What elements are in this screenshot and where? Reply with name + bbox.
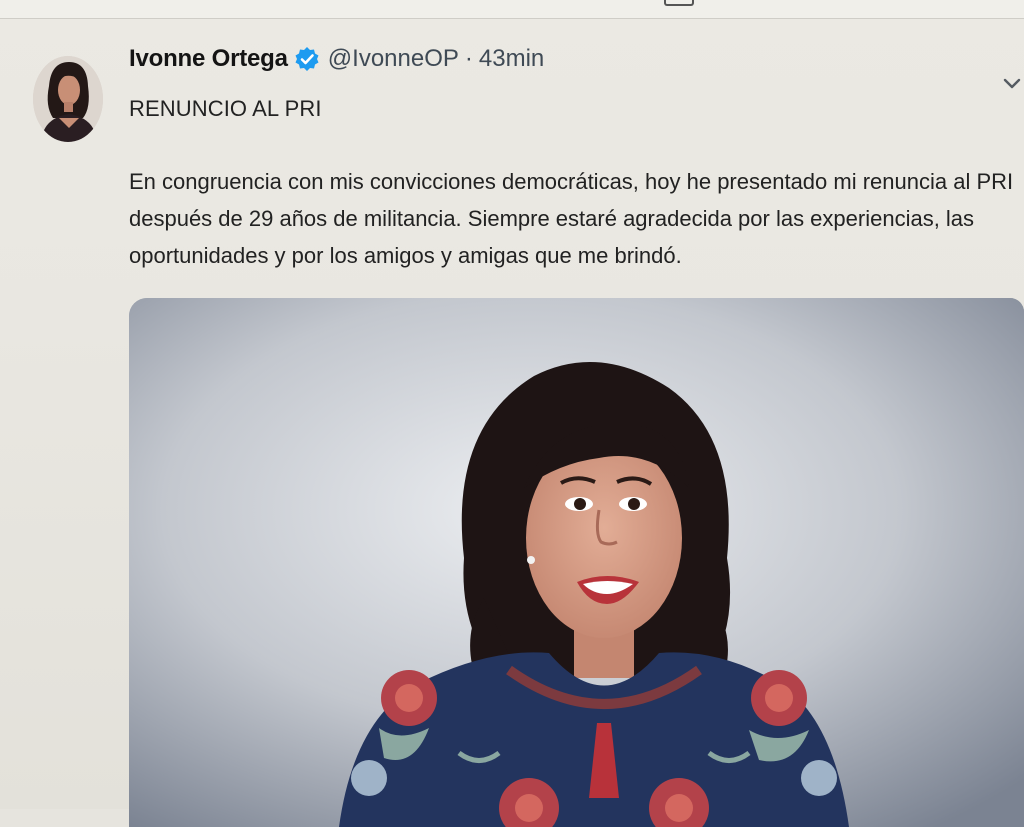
chevron-down-icon[interactable] bbox=[1000, 74, 1024, 94]
tweet-timestamp[interactable]: 43min bbox=[479, 45, 544, 73]
author-name[interactable]: Ivonne Ortega bbox=[129, 45, 288, 73]
tweet-headline: RENUNCIO AL PRI bbox=[129, 96, 322, 121]
tweet-body: En congruencia con mis convicciones demo… bbox=[129, 169, 1014, 268]
tab-shape bbox=[664, 0, 694, 6]
screen: Ivonne Ortega @IvonneOP · 43min RENUNCIO… bbox=[0, 0, 1024, 827]
tweet-header: Ivonne Ortega @IvonneOP · 43min bbox=[129, 42, 544, 76]
avatar[interactable] bbox=[33, 56, 103, 142]
tweet-video[interactable] bbox=[129, 298, 1024, 827]
tweet[interactable]: Ivonne Ortega @IvonneOP · 43min RENUNCIO… bbox=[0, 18, 1024, 827]
verified-badge-icon bbox=[294, 46, 320, 72]
window-top-strip bbox=[0, 0, 1024, 19]
author-handle[interactable]: @IvonneOP bbox=[328, 45, 459, 73]
meta-separator: · bbox=[464, 45, 473, 72]
